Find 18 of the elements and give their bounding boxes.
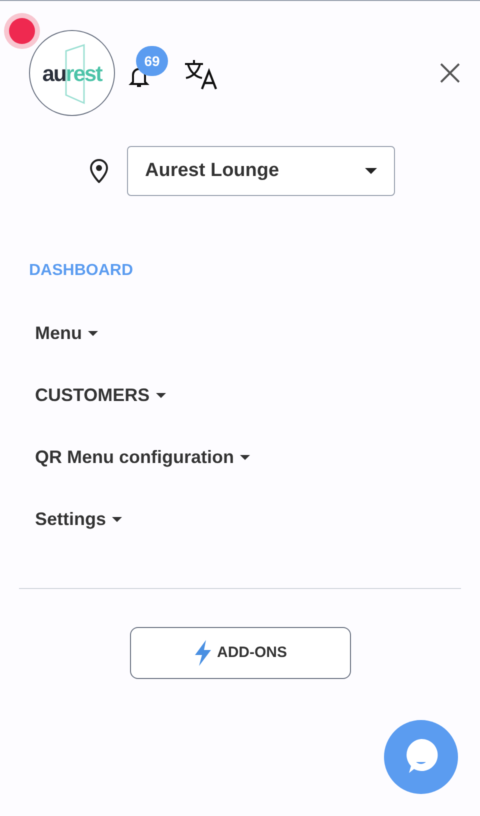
record-indicator-icon	[4, 13, 40, 49]
caret-icon	[88, 330, 98, 336]
caret-icon	[112, 516, 122, 522]
close-icon[interactable]	[439, 62, 461, 84]
nav-item[interactable]: Settings	[35, 488, 122, 550]
lightning-icon	[193, 640, 213, 666]
location-pin-icon	[88, 159, 110, 183]
add-ons-button[interactable]: ADD-ONS	[130, 627, 350, 679]
nav-item[interactable]: Menu	[35, 302, 98, 364]
caret-icon	[156, 392, 166, 398]
caret-icon	[365, 168, 377, 174]
nav-item[interactable]: CUSTOMERS	[35, 364, 166, 426]
caret-icon	[240, 454, 250, 460]
nav-item[interactable]: QR Menu configuration	[35, 426, 250, 488]
location-dropdown[interactable]: Aurest Lounge	[127, 146, 395, 196]
translate-icon[interactable]	[183, 59, 219, 91]
logo: aurest	[29, 30, 115, 116]
notification-badge: 69	[136, 46, 168, 76]
